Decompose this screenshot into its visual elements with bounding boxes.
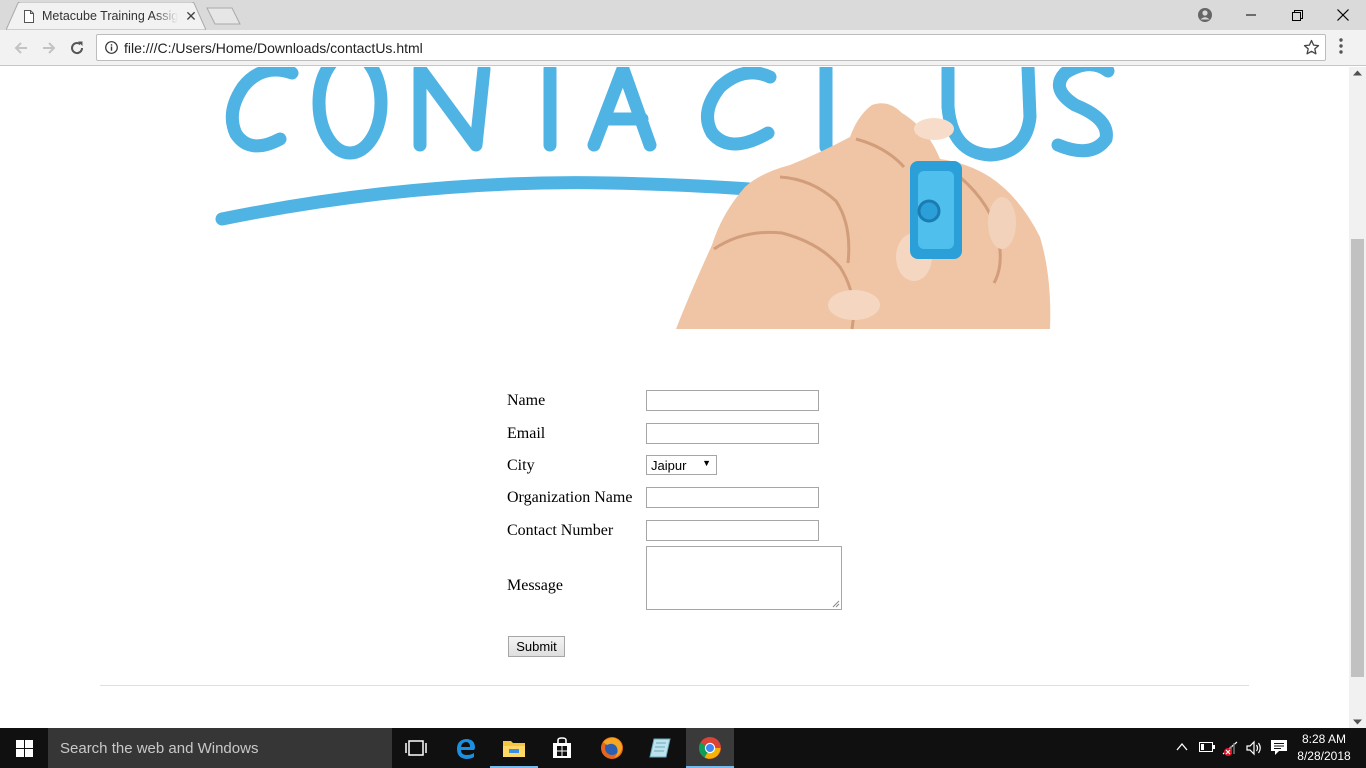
windows-logo-icon [15, 739, 33, 757]
scroll-up-arrow-icon[interactable] [1353, 70, 1362, 76]
system-clock[interactable]: 8:28 AM 8/28/2018 [1294, 731, 1354, 765]
scroll-thumb[interactable] [1351, 239, 1364, 677]
search-placeholder: Search the web and Windows [60, 740, 259, 757]
dropdown-arrow-icon: ▼ [702, 458, 711, 468]
taskbar-search-box[interactable]: Search the web and Windows [48, 728, 392, 768]
reload-icon [71, 41, 84, 55]
forward-arrow-icon [43, 42, 56, 54]
store-taskbar-button[interactable] [538, 728, 586, 768]
restore-button[interactable] [1274, 0, 1320, 30]
tab-strip: Metacube Training Assignment ✕ [0, 0, 1366, 30]
email-input[interactable] [646, 423, 819, 444]
address-bar[interactable]: file:///C:/Users/Home/Downloads/contactU… [96, 34, 1326, 61]
minimize-button[interactable] [1228, 0, 1274, 30]
close-icon [1337, 9, 1349, 21]
new-tab-button[interactable] [206, 7, 242, 25]
contact-number-label: Contact Number [507, 522, 614, 539]
horizontal-rule [100, 685, 1249, 686]
close-tab-icon[interactable]: ✕ [184, 8, 198, 24]
browser-tab[interactable]: Metacube Training Assignment ✕ [6, 2, 206, 30]
clock-time: 8:28 AM [1301, 732, 1347, 746]
network-disconnected-icon[interactable] [1222, 740, 1239, 756]
back-arrow-icon [14, 42, 27, 54]
chrome-menu-icon[interactable] [1339, 38, 1343, 54]
chrome-taskbar-button[interactable] [686, 728, 734, 768]
message-textarea[interactable] [646, 546, 842, 610]
store-icon [553, 737, 571, 758]
organization-input[interactable] [646, 487, 819, 508]
firefox-icon [601, 737, 623, 759]
notepad-icon [649, 738, 671, 758]
show-hidden-icons-chevron-icon[interactable] [1176, 742, 1188, 752]
reload-button[interactable] [66, 37, 88, 59]
marker-shape [910, 161, 962, 259]
forward-button[interactable] [38, 37, 60, 59]
task-view-icon [405, 740, 427, 756]
info-icon[interactable] [105, 41, 118, 54]
volume-icon[interactable] [1246, 740, 1263, 756]
windows-taskbar: Search the web and Windows 8:28 AM 8/28/… [0, 728, 1366, 768]
firefox-taskbar-button[interactable] [588, 728, 636, 768]
vertical-scrollbar[interactable] [1349, 67, 1366, 728]
resize-grip-icon[interactable] [832, 600, 840, 608]
minimize-icon [1246, 14, 1256, 16]
scroll-down-arrow-icon[interactable] [1353, 719, 1362, 725]
page-viewport: Name Email City Jaipur ▼ Organization Na… [0, 67, 1349, 728]
file-explorer-icon [503, 741, 525, 757]
chrome-icon [699, 737, 721, 759]
file-explorer-taskbar-button[interactable] [490, 728, 538, 768]
tab-title: Metacube Training Assignment [42, 9, 178, 23]
profile-icon[interactable] [1197, 7, 1213, 23]
name-input[interactable] [646, 390, 819, 411]
notepad-taskbar-button[interactable] [636, 728, 684, 768]
message-label: Message [507, 577, 563, 594]
submit-button[interactable]: Submit [508, 636, 565, 657]
name-label: Name [507, 392, 546, 409]
clock-date: 8/28/2018 [1297, 749, 1351, 763]
page-icon [24, 10, 34, 23]
email-label: Email [507, 425, 546, 442]
start-button[interactable] [0, 728, 48, 768]
contact-us-banner-image [215, 67, 1115, 330]
edge-taskbar-button[interactable] [442, 728, 490, 768]
edge-icon [457, 739, 475, 759]
action-center-icon[interactable] [1270, 739, 1288, 756]
contact-number-input[interactable] [646, 520, 819, 541]
task-view-button[interactable] [392, 728, 440, 768]
back-button[interactable] [10, 37, 32, 59]
organization-label: Organization Name [507, 489, 633, 506]
browser-toolbar: file:///C:/Users/Home/Downloads/contactU… [0, 30, 1366, 66]
battery-icon[interactable] [1199, 742, 1215, 753]
city-select[interactable]: Jaipur ▼ [646, 455, 717, 475]
url-text: file:///C:/Users/Home/Downloads/contactU… [124, 40, 423, 56]
bookmark-star-icon[interactable] [1303, 39, 1320, 56]
city-label: City [507, 457, 535, 474]
hand-shape [676, 103, 1051, 330]
city-selected-value: Jaipur [651, 458, 687, 473]
restore-icon [1291, 9, 1303, 21]
close-window-button[interactable] [1320, 0, 1366, 30]
